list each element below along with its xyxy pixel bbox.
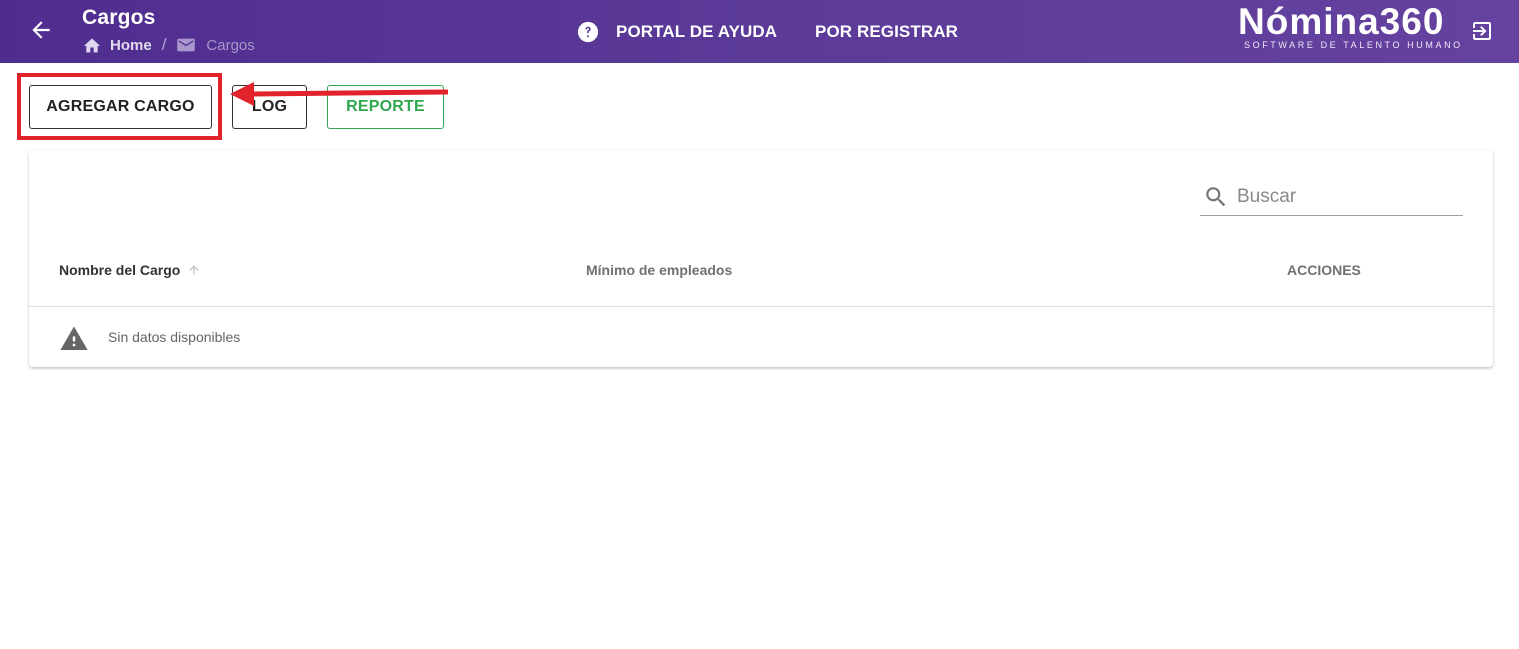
report-button[interactable]: REPORTE	[327, 85, 444, 129]
positions-table-card: Nombre del Cargo Mínimo de empleados ACC…	[29, 150, 1493, 367]
help-portal-label: PORTAL DE AYUDA	[616, 22, 778, 41]
search-field[interactable]	[1200, 178, 1463, 216]
brand-logo-tagline: SOFTWARE DE TALENTO HUMANO	[1244, 40, 1463, 50]
home-icon	[83, 38, 101, 53]
log-button[interactable]: LOG	[232, 85, 307, 129]
breadcrumb-home-label: Home	[110, 36, 152, 54]
pending-register-link[interactable]: POR REGISTRAR	[815, 19, 958, 45]
column-header-min-employees: Mínimo de empleados	[586, 262, 733, 278]
brand-logo: Nómina360 SOFTWARE DE TALENTO HUMANO	[1238, 1, 1463, 51]
column-header-actions: ACCIONES	[1287, 262, 1361, 278]
top-bar: Cargos Home / Cargos PORTAL DE AYUDA POR…	[0, 0, 1519, 63]
breadcrumb-current: Cargos	[176, 36, 255, 54]
pending-register-label: POR REGISTRAR	[815, 22, 958, 41]
table-header-divider	[29, 306, 1493, 307]
add-position-button[interactable]: AGREGAR CARGO	[29, 85, 212, 129]
empty-state-text: Sin datos disponibles	[108, 329, 241, 345]
search-input[interactable]	[1237, 185, 1447, 208]
page-title: Cargos	[82, 6, 156, 29]
breadcrumb-current-label: Cargos	[206, 36, 255, 54]
breadcrumb: Home / Cargos	[82, 34, 255, 56]
brand-logo-name: Nómina360	[1238, 1, 1445, 42]
breadcrumb-home[interactable]: Home	[82, 36, 152, 54]
mail-icon	[177, 38, 196, 52]
empty-state-row: Sin datos disponibles	[59, 324, 240, 350]
column-header-position-name[interactable]: Nombre del Cargo	[59, 262, 201, 278]
sort-arrow-up-icon	[189, 265, 200, 275]
logout-icon[interactable]	[1470, 19, 1494, 43]
help-circle-icon	[577, 21, 599, 43]
warning-icon	[60, 326, 88, 350]
search-icon	[1206, 186, 1226, 206]
column-header-position-name-label: Nombre del Cargo	[59, 262, 181, 278]
help-portal-link[interactable]: PORTAL DE AYUDA	[577, 19, 777, 45]
breadcrumb-separator: /	[161, 35, 167, 54]
back-arrow-icon[interactable]	[28, 17, 54, 43]
